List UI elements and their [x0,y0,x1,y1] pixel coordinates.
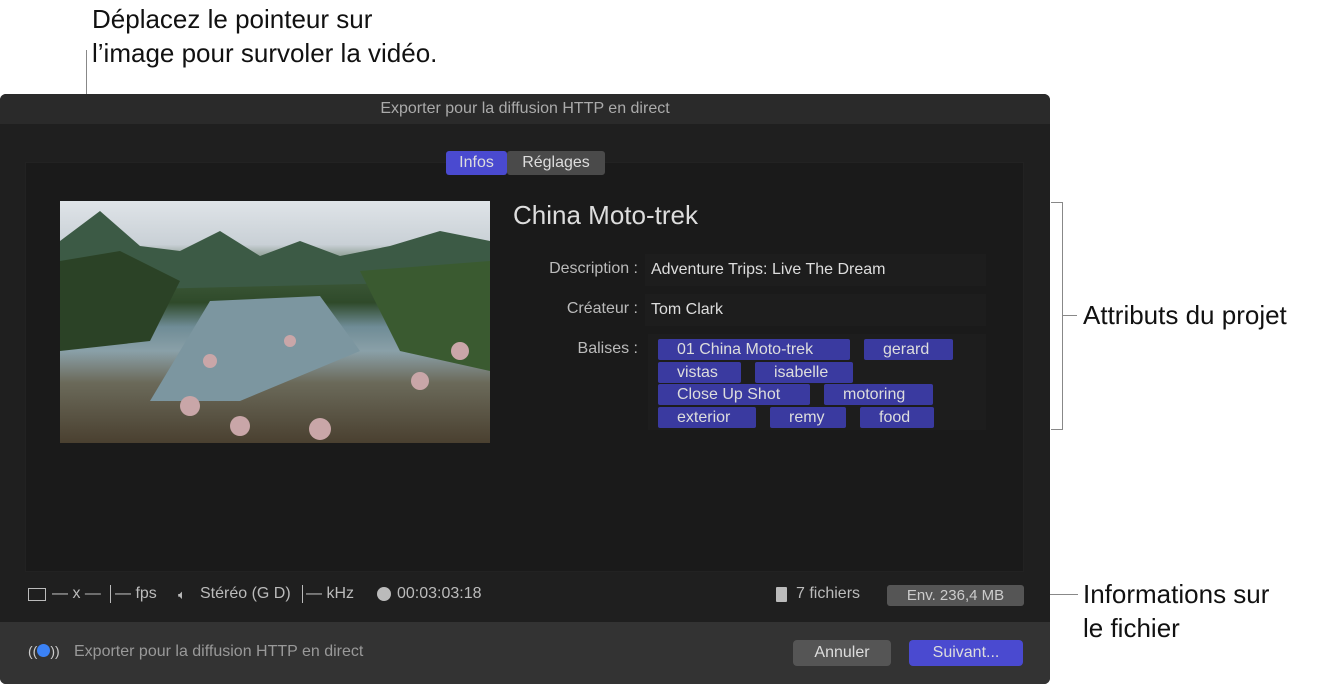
tag[interactable]: vistas [658,362,741,383]
footer-bar: (()) Exporter pour la diffusion HTTP en … [0,622,1050,684]
tags-label: Balises : [518,340,638,358]
tag[interactable]: isabelle [755,362,853,383]
tag[interactable]: motoring [824,384,933,405]
callout-line [1050,594,1078,595]
window-title: Exporter pour la diffusion HTTP en direc… [0,94,1050,124]
attributes-bracket [1051,202,1063,430]
speaker-icon: 🔈︎ [178,587,186,603]
export-window: Exporter pour la diffusion HTTP en direc… [0,94,1050,684]
estimated-size: Env. 236,4 MB [887,585,1024,606]
duration: 00:03:03:18 [397,585,482,603]
frame-rate: — fps [115,585,157,603]
callout-text: l’image pour survoler la vidéo. [92,36,437,70]
callout-line [1063,315,1077,316]
file-count: 7 fichiers [796,585,860,603]
tag[interactable]: Close Up Shot [658,384,810,405]
callout-text: Déplacez le pointeur sur [92,2,437,36]
file-info-callout: Informations sur le fichier [1083,577,1269,645]
landscape-image [60,201,490,443]
divider [302,585,303,603]
clock-icon [377,587,391,601]
audio-channels: Stéréo (G D) [200,585,291,603]
resolution: — x — [52,585,101,603]
divider [110,585,111,603]
cancel-button[interactable]: Annuler [793,640,891,666]
sample-rate: — kHz [306,585,354,603]
destination-name: Exporter pour la diffusion HTTP en direc… [74,643,363,661]
creator-field[interactable]: Tom Clark [645,294,986,326]
files-icon [776,587,787,602]
project-title: China Moto-trek [513,200,698,231]
tab-reglages[interactable]: Réglages [507,151,605,175]
tag[interactable]: 01 China Moto-trek [658,339,850,360]
attributes-callout: Attributs du projet [1083,298,1287,332]
creator-label: Créateur : [518,300,638,318]
broadcast-icon: (()) [28,643,60,659]
callout-text: Informations sur [1083,577,1269,611]
pointer-callout: Déplacez le pointeur sur l’image pour su… [92,2,437,70]
description-field[interactable]: Adventure Trips: Live The Dream [645,254,986,286]
video-thumbnail-skimmer[interactable] [60,201,490,443]
resolution-icon [28,588,46,601]
tab-infos[interactable]: Infos [446,151,507,175]
callout-text: le fichier [1083,611,1269,645]
tag[interactable]: gerard [864,339,953,360]
description-label: Description : [518,260,638,278]
next-button[interactable]: Suivant... [909,640,1023,666]
tag[interactable]: food [860,407,934,428]
tag[interactable]: remy [770,407,846,428]
tag[interactable]: exterior [658,407,756,428]
